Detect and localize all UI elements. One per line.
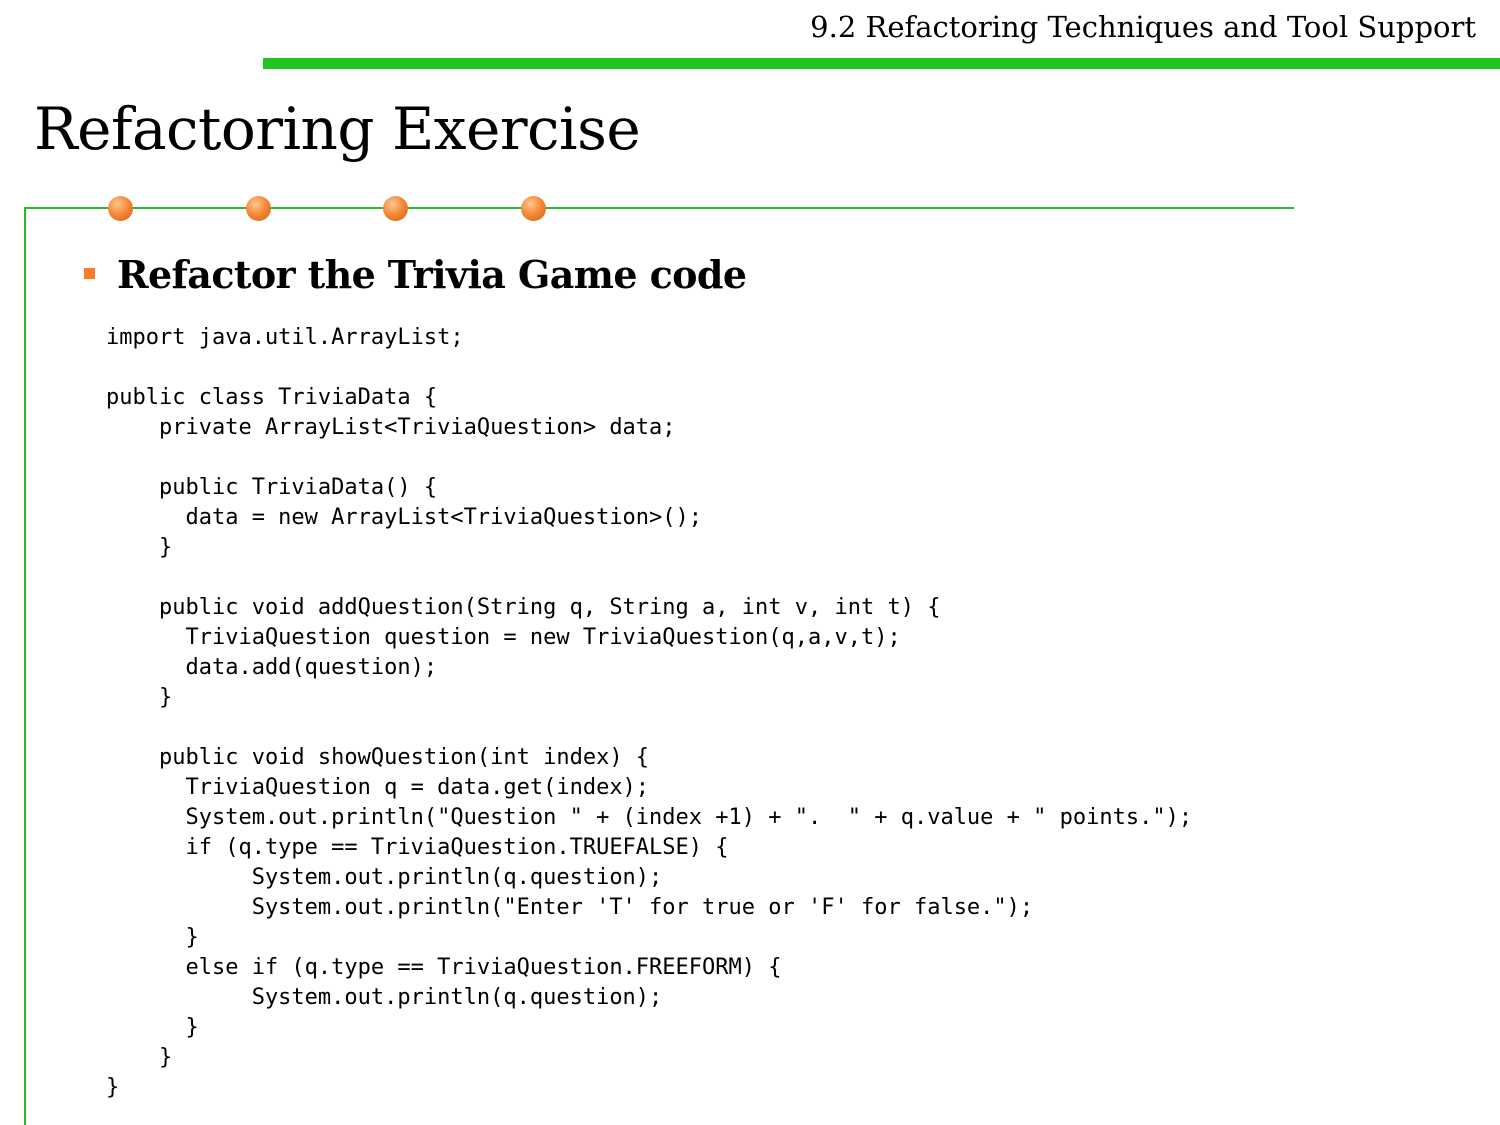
code-line: else if (q.type == TriviaQuestion.FREEFO… — [106, 955, 782, 980]
bullet-heading: Refactor the Trivia Game code — [117, 252, 747, 297]
header-accent-rule — [263, 58, 1500, 69]
content-frame-top-rule — [24, 207, 1294, 209]
code-line: } — [106, 535, 173, 560]
code-line: TriviaQuestion question = new TriviaQues… — [106, 625, 901, 650]
code-line: System.out.println("Question " + (index … — [106, 805, 1193, 830]
decorative-orange-dot — [108, 196, 133, 221]
code-line: data.add(question); — [106, 655, 438, 680]
code-line: public TriviaData() { — [106, 475, 438, 500]
code-line: private ArrayList<TriviaQuestion> data; — [106, 415, 676, 440]
section-title: 9.2 Refactoring Techniques and Tool Supp… — [810, 10, 1476, 44]
code-line: System.out.println("Enter 'T' for true o… — [106, 895, 1034, 920]
code-line: TriviaQuestion q = data.get(index); — [106, 775, 650, 800]
code-line: } — [106, 685, 173, 710]
code-line: public class TriviaData { — [106, 385, 438, 410]
code-line: } — [106, 1015, 199, 1040]
slide-title: Refactoring Exercise — [34, 95, 641, 163]
code-line: System.out.println(q.question); — [106, 985, 663, 1010]
code-line: } — [106, 925, 199, 950]
code-line: if (q.type == TriviaQuestion.TRUEFALSE) … — [106, 835, 729, 860]
code-line: } — [106, 1045, 173, 1070]
decorative-orange-dot — [521, 196, 546, 221]
bullet-square-icon — [84, 268, 95, 279]
code-line: } — [106, 1075, 120, 1100]
decorative-orange-dot — [246, 196, 271, 221]
code-line: public void showQuestion(int index) { — [106, 745, 650, 770]
code-line: public void addQuestion(String q, String… — [106, 595, 941, 620]
code-listing: import java.util.ArrayList; public class… — [106, 323, 1192, 1103]
code-line: data = new ArrayList<TriviaQuestion>(); — [106, 505, 703, 530]
code-line: import java.util.ArrayList; — [106, 325, 464, 350]
code-line: System.out.println(q.question); — [106, 865, 663, 890]
decorative-orange-dot — [383, 196, 408, 221]
content-frame-left-rule — [24, 207, 26, 1125]
